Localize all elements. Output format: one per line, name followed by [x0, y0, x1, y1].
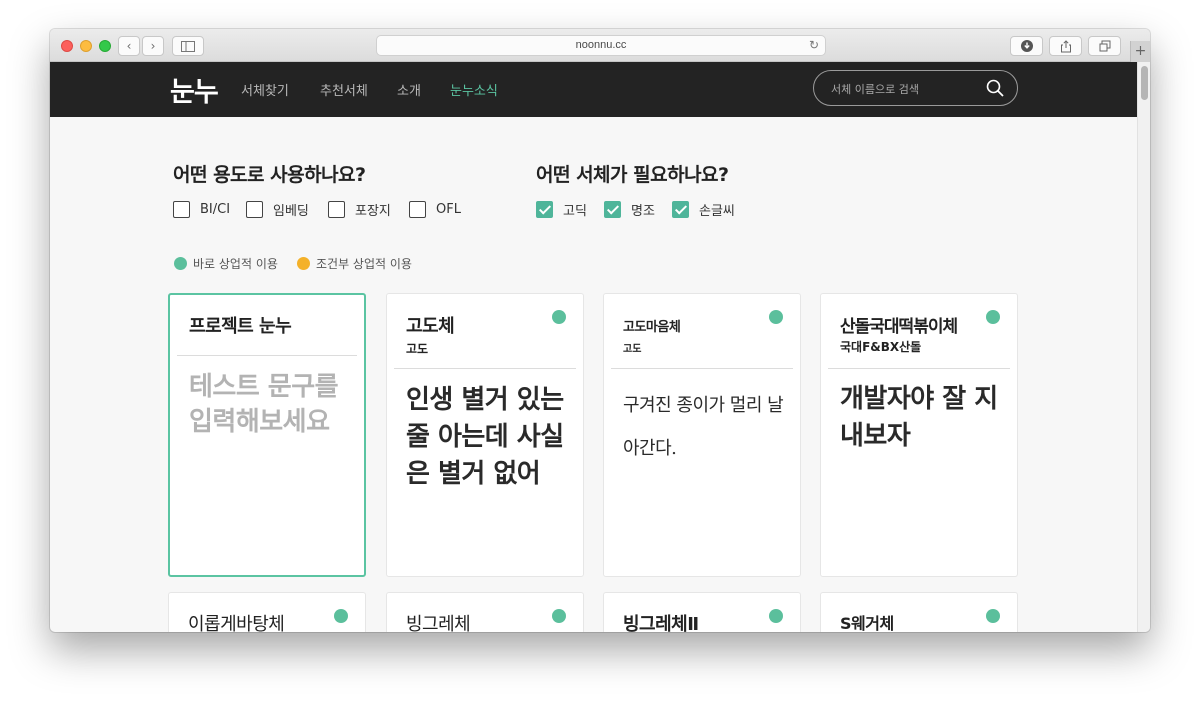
option-label: 명조: [631, 203, 655, 219]
style-option-gothic[interactable]: 고딕: [536, 199, 587, 219]
checkbox[interactable]: [328, 200, 345, 218]
option-label: 고딕: [563, 203, 587, 219]
sample-text-input[interactable]: 테스트 문구를 입력해보세요: [189, 370, 350, 440]
font-card-iropke-batang[interactable]: 이롭게바탕체: [168, 592, 366, 632]
sidebar-button[interactable]: [172, 36, 204, 56]
browser-window: ‹ › noonnu.cc ↻ + 눈누 서체찾기 추천서체 소개 눈누소식 서…: [50, 29, 1150, 632]
usage-option-embedding[interactable]: 임베딩: [246, 199, 309, 219]
divider: [611, 368, 793, 369]
tabs-button[interactable]: [1088, 36, 1121, 56]
font-name: S웨거체: [840, 614, 894, 632]
commercial-dot-icon: [986, 609, 1000, 623]
search-icon[interactable]: [986, 79, 1004, 97]
share-icon: [1060, 40, 1071, 53]
tabs-overview-icon: [1099, 40, 1110, 52]
font-maker: 고도: [406, 342, 429, 356]
site-navbar: 눈누 서체찾기 추천서체 소개 눈누소식 서체 이름으로 검색: [50, 62, 1137, 117]
download-icon: [1020, 40, 1033, 52]
checkbox-checked[interactable]: [672, 200, 689, 218]
legend-label: 바로 상업적 이용: [193, 257, 278, 271]
style-option-handwriting[interactable]: 손글씨: [672, 199, 735, 219]
font-card-binggrae[interactable]: 빙그레체: [386, 592, 584, 632]
sample-text: 구겨진 종이가 멀리 날아간다.: [623, 395, 784, 459]
option-label: BI/CI: [200, 201, 231, 217]
legend-commercial: 바로 상업적 이용: [174, 255, 278, 272]
font-card-godo[interactable]: 고도체 고도 인생 별거 있는 줄 아는데 사실은 별거 없어: [386, 293, 584, 577]
option-label: 손글씨: [699, 203, 735, 219]
nav-item-recommended[interactable]: 추천서체: [320, 80, 368, 99]
font-maker: 국대F&BX산돌: [840, 340, 922, 354]
font-card-binggrae-2[interactable]: 빙그레체Ⅱ: [603, 592, 801, 632]
font-name: 고도마음체: [623, 320, 681, 335]
usage-option-bici[interactable]: BI/CI: [173, 199, 230, 219]
sample-text: 인생 별거 있는 줄 아는데 사실은 별거 없어: [406, 385, 564, 489]
font-maker: 고도: [623, 344, 642, 355]
usage-option-packaging[interactable]: 포장지: [328, 199, 391, 219]
option-label: 임베딩: [273, 203, 309, 219]
option-label: OFL: [436, 201, 461, 217]
search-placeholder: 서체 이름으로 검색: [831, 83, 919, 96]
yellow-dot-icon: [297, 257, 310, 270]
font-search-input[interactable]: 서체 이름으로 검색: [813, 70, 1018, 106]
scrollbar-thumb[interactable]: [1141, 66, 1148, 100]
option-label: 포장지: [355, 203, 391, 219]
downloads-button[interactable]: [1010, 36, 1043, 56]
font-card-swagger[interactable]: S웨거체: [820, 592, 1018, 632]
url-text: noonnu.cc: [575, 39, 627, 51]
font-card-project-noonnu[interactable]: 프로젝트 눈누 테스트 문구를 입력해보세요: [168, 293, 366, 577]
commercial-dot-icon: [552, 609, 566, 623]
divider: [394, 368, 576, 369]
browser-titlebar: ‹ › noonnu.cc ↻ +: [50, 29, 1150, 62]
font-name: 빙그레체Ⅱ: [623, 614, 699, 632]
usage-option-ofl[interactable]: OFL: [409, 199, 461, 219]
close-window-button[interactable]: [61, 40, 73, 52]
font-name: 프로젝트 눈누: [189, 316, 292, 337]
font-name: 산돌국대떡볶이체: [840, 317, 958, 337]
commercial-dot-icon: [986, 310, 1000, 324]
checkbox[interactable]: [246, 200, 263, 218]
usage-question-heading: 어떤 용도로 사용하나요?: [173, 164, 366, 186]
address-bar[interactable]: noonnu.cc ↻: [376, 35, 826, 56]
divider: [828, 368, 1010, 369]
chevron-right-icon: ›: [150, 39, 156, 53]
checkbox[interactable]: [409, 200, 426, 218]
chevron-left-icon: ‹: [126, 39, 132, 53]
font-card-godo-maum[interactable]: 고도마음체 고도 구겨진 종이가 멀리 날아간다.: [603, 293, 801, 577]
green-dot-icon: [174, 257, 187, 270]
page-scrollbar[interactable]: [1137, 62, 1150, 632]
style-option-myeongjo[interactable]: 명조: [604, 199, 655, 219]
forward-button[interactable]: ›: [142, 36, 164, 56]
font-name: 고도체: [406, 316, 455, 337]
nav-item-about[interactable]: 소개: [397, 80, 421, 99]
font-name: 빙그레체: [406, 614, 471, 632]
reload-icon[interactable]: ↻: [809, 36, 819, 55]
style-question-heading: 어떤 서체가 필요하나요?: [536, 164, 729, 186]
commercial-dot-icon: [769, 609, 783, 623]
divider: [177, 355, 357, 356]
nav-item-find-fonts[interactable]: 서체찾기: [241, 80, 289, 99]
legend-conditional: 조건부 상업적 이용: [297, 255, 412, 272]
zoom-window-button[interactable]: [99, 40, 111, 52]
sample-text: 개발자야 잘 지내보자: [840, 384, 998, 451]
back-button[interactable]: ‹: [118, 36, 140, 56]
commercial-dot-icon: [552, 310, 566, 324]
sidebar-icon: [181, 41, 195, 52]
font-name: 이롭게바탕체: [188, 614, 285, 632]
checkbox[interactable]: [173, 200, 190, 218]
checkbox-checked[interactable]: [536, 200, 553, 218]
commercial-dot-icon: [334, 609, 348, 623]
checkbox-checked[interactable]: [604, 200, 621, 218]
legend-label: 조건부 상업적 이용: [316, 257, 412, 271]
commercial-dot-icon: [769, 310, 783, 324]
share-button[interactable]: [1049, 36, 1082, 56]
nav-item-news[interactable]: 눈누소식: [450, 80, 498, 99]
new-tab-button[interactable]: +: [1130, 41, 1150, 62]
minimize-window-button[interactable]: [80, 40, 92, 52]
site-logo[interactable]: 눈누: [170, 70, 219, 109]
font-card-sandoll-gukdae[interactable]: 산돌국대떡볶이체 국대F&BX산돌 개발자야 잘 지내보자: [820, 293, 1018, 577]
